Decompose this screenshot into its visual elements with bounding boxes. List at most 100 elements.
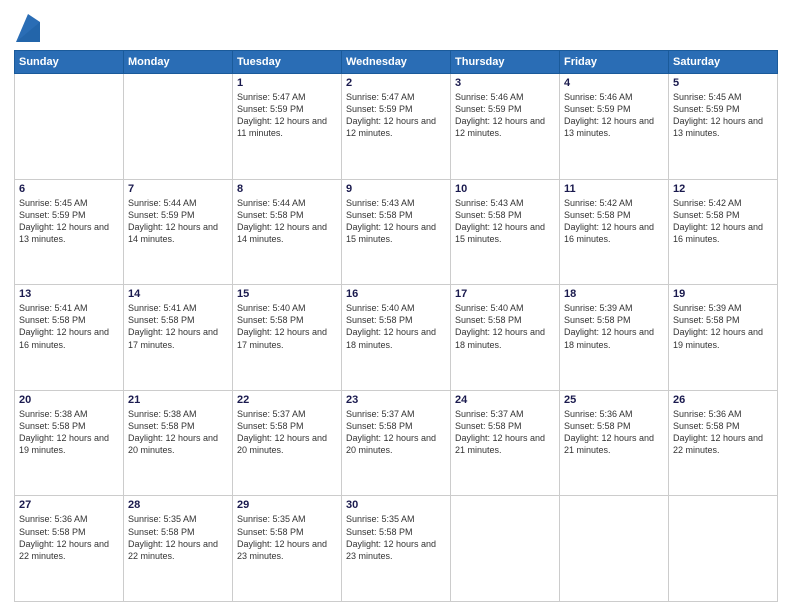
day-number: 30 bbox=[346, 499, 446, 511]
day-cell: 15 Sunrise: 5:40 AM Sunset: 5:58 PM Dayli… bbox=[233, 285, 342, 391]
day-number: 22 bbox=[237, 394, 337, 406]
day-cell: 30 Sunrise: 5:35 AM Sunset: 5:58 PM Dayli… bbox=[342, 496, 451, 602]
day-cell: 14 Sunrise: 5:41 AM Sunset: 5:58 PM Dayli… bbox=[124, 285, 233, 391]
day-number: 14 bbox=[128, 288, 228, 300]
day-info: Sunrise: 5:35 AM Sunset: 5:58 PM Dayligh… bbox=[237, 513, 337, 562]
day-cell: 4 Sunrise: 5:46 AM Sunset: 5:59 PM Daylig… bbox=[560, 74, 669, 180]
day-number: 2 bbox=[346, 77, 446, 89]
header-cell-thursday: Thursday bbox=[451, 51, 560, 74]
day-info: Sunrise: 5:39 AM Sunset: 5:58 PM Dayligh… bbox=[564, 302, 664, 351]
header-row: SundayMondayTuesdayWednesdayThursdayFrid… bbox=[15, 51, 778, 74]
day-info: Sunrise: 5:37 AM Sunset: 5:58 PM Dayligh… bbox=[346, 408, 446, 457]
day-info: Sunrise: 5:40 AM Sunset: 5:58 PM Dayligh… bbox=[346, 302, 446, 351]
day-number: 27 bbox=[19, 499, 119, 511]
header-cell-wednesday: Wednesday bbox=[342, 51, 451, 74]
day-number: 9 bbox=[346, 183, 446, 195]
day-number: 17 bbox=[455, 288, 555, 300]
day-cell: 7Sunrise: 5:44 AM Sunset: 5:59 PM Daylig… bbox=[124, 179, 233, 285]
day-info: Sunrise: 5:45 AM Sunset: 5:59 PM Dayligh… bbox=[19, 197, 119, 246]
day-cell: 24 Sunrise: 5:37 AM Sunset: 5:58 PM Dayli… bbox=[451, 390, 560, 496]
day-number: 28 bbox=[128, 499, 228, 511]
day-cell: 17 Sunrise: 5:40 AM Sunset: 5:58 PM Dayli… bbox=[451, 285, 560, 391]
day-cell: 21Sunrise: 5:38 AM Sunset: 5:58 PM Dayli… bbox=[124, 390, 233, 496]
day-number: 16 bbox=[346, 288, 446, 300]
header-cell-saturday: Saturday bbox=[669, 51, 778, 74]
day-number: 1 bbox=[237, 77, 337, 89]
day-number: 26 bbox=[673, 394, 773, 406]
day-cell: 1 Sunrise: 5:47 AM Sunset: 5:59 PM Daylig… bbox=[233, 74, 342, 180]
day-info: Sunrise: 5:36 AM Sunset: 5:58 PM Dayligh… bbox=[19, 513, 119, 562]
week-row-1: 1 Sunrise: 5:47 AM Sunset: 5:59 PM Daylig… bbox=[15, 74, 778, 180]
day-number: 21 bbox=[128, 394, 228, 406]
day-cell: 16 Sunrise: 5:40 AM Sunset: 5:58 PM Dayli… bbox=[342, 285, 451, 391]
day-cell: 12Sunrise: 5:42 AM Sunset: 5:58 PM Dayli… bbox=[669, 179, 778, 285]
day-cell bbox=[669, 496, 778, 602]
day-cell: 28 Sunrise: 5:35 AM Sunset: 5:58 PM Dayli… bbox=[124, 496, 233, 602]
day-info: Sunrise: 5:41 AM Sunset: 5:58 PM Dayligh… bbox=[19, 302, 119, 351]
day-info: Sunrise: 5:37 AM Sunset: 5:58 PM Dayligh… bbox=[237, 408, 337, 457]
day-info: Sunrise: 5:35 AM Sunset: 5:58 PM Dayligh… bbox=[128, 513, 228, 562]
day-cell: 27 Sunrise: 5:36 AM Sunset: 5:58 PM Dayli… bbox=[15, 496, 124, 602]
day-cell: 19Sunrise: 5:39 AM Sunset: 5:58 PM Dayli… bbox=[669, 285, 778, 391]
day-info: Sunrise: 5:42 AM Sunset: 5:58 PM Dayligh… bbox=[564, 197, 664, 246]
day-number: 25 bbox=[564, 394, 664, 406]
day-info: Sunrise: 5:36 AM Sunset: 5:58 PM Dayligh… bbox=[673, 408, 773, 457]
day-number: 13 bbox=[19, 288, 119, 300]
header-cell-friday: Friday bbox=[560, 51, 669, 74]
week-row-3: 13 Sunrise: 5:41 AM Sunset: 5:58 PM Dayli… bbox=[15, 285, 778, 391]
day-cell: 11Sunrise: 5:42 AM Sunset: 5:58 PM Dayli… bbox=[560, 179, 669, 285]
day-info: Sunrise: 5:37 AM Sunset: 5:58 PM Dayligh… bbox=[455, 408, 555, 457]
day-number: 10 bbox=[455, 183, 555, 195]
day-number: 3 bbox=[455, 77, 555, 89]
day-cell: 25 Sunrise: 5:36 AM Sunset: 5:58 PM Dayli… bbox=[560, 390, 669, 496]
day-cell: 13 Sunrise: 5:41 AM Sunset: 5:58 PM Dayli… bbox=[15, 285, 124, 391]
page: SundayMondayTuesdayWednesdayThursdayFrid… bbox=[0, 0, 792, 612]
day-number: 6 bbox=[19, 183, 119, 195]
day-cell bbox=[451, 496, 560, 602]
day-cell: 20Sunrise: 5:38 AM Sunset: 5:58 PM Dayli… bbox=[15, 390, 124, 496]
header-cell-sunday: Sunday bbox=[15, 51, 124, 74]
logo-icon bbox=[16, 14, 40, 42]
day-number: 29 bbox=[237, 499, 337, 511]
day-cell: 26 Sunrise: 5:36 AM Sunset: 5:58 PM Dayli… bbox=[669, 390, 778, 496]
logo bbox=[14, 14, 40, 42]
day-info: Sunrise: 5:40 AM Sunset: 5:58 PM Dayligh… bbox=[455, 302, 555, 351]
day-number: 24 bbox=[455, 394, 555, 406]
day-info: Sunrise: 5:35 AM Sunset: 5:58 PM Dayligh… bbox=[346, 513, 446, 562]
week-row-2: 6 Sunrise: 5:45 AM Sunset: 5:59 PM Daylig… bbox=[15, 179, 778, 285]
day-cell: 9Sunrise: 5:43 AM Sunset: 5:58 PM Daylig… bbox=[342, 179, 451, 285]
day-cell bbox=[124, 74, 233, 180]
day-cell: 2 Sunrise: 5:47 AM Sunset: 5:59 PM Daylig… bbox=[342, 74, 451, 180]
day-cell: 8Sunrise: 5:44 AM Sunset: 5:58 PM Daylig… bbox=[233, 179, 342, 285]
calendar-header: SundayMondayTuesdayWednesdayThursdayFrid… bbox=[15, 51, 778, 74]
day-number: 23 bbox=[346, 394, 446, 406]
day-info: Sunrise: 5:36 AM Sunset: 5:58 PM Dayligh… bbox=[564, 408, 664, 457]
week-row-5: 27 Sunrise: 5:36 AM Sunset: 5:58 PM Dayli… bbox=[15, 496, 778, 602]
header bbox=[14, 10, 778, 42]
day-info: Sunrise: 5:46 AM Sunset: 5:59 PM Dayligh… bbox=[564, 91, 664, 140]
calendar-table: SundayMondayTuesdayWednesdayThursdayFrid… bbox=[14, 50, 778, 602]
day-info: Sunrise: 5:46 AM Sunset: 5:59 PM Dayligh… bbox=[455, 91, 555, 140]
day-cell: 6 Sunrise: 5:45 AM Sunset: 5:59 PM Daylig… bbox=[15, 179, 124, 285]
day-number: 4 bbox=[564, 77, 664, 89]
day-info: Sunrise: 5:39 AM Sunset: 5:58 PM Dayligh… bbox=[673, 302, 773, 351]
day-info: Sunrise: 5:45 AM Sunset: 5:59 PM Dayligh… bbox=[673, 91, 773, 140]
day-cell bbox=[15, 74, 124, 180]
day-info: Sunrise: 5:42 AM Sunset: 5:58 PM Dayligh… bbox=[673, 197, 773, 246]
header-cell-monday: Monday bbox=[124, 51, 233, 74]
day-cell: 18Sunrise: 5:39 AM Sunset: 5:58 PM Dayli… bbox=[560, 285, 669, 391]
day-cell: 29 Sunrise: 5:35 AM Sunset: 5:58 PM Dayli… bbox=[233, 496, 342, 602]
day-cell: 3 Sunrise: 5:46 AM Sunset: 5:59 PM Daylig… bbox=[451, 74, 560, 180]
day-number: 20 bbox=[19, 394, 119, 406]
day-cell: 22 Sunrise: 5:37 AM Sunset: 5:58 PM Dayli… bbox=[233, 390, 342, 496]
day-cell: 5Sunrise: 5:45 AM Sunset: 5:59 PM Daylig… bbox=[669, 74, 778, 180]
day-info: Sunrise: 5:43 AM Sunset: 5:58 PM Dayligh… bbox=[455, 197, 555, 246]
day-info: Sunrise: 5:40 AM Sunset: 5:58 PM Dayligh… bbox=[237, 302, 337, 351]
day-info: Sunrise: 5:47 AM Sunset: 5:59 PM Dayligh… bbox=[346, 91, 446, 140]
day-info: Sunrise: 5:47 AM Sunset: 5:59 PM Dayligh… bbox=[237, 91, 337, 140]
day-cell: 23 Sunrise: 5:37 AM Sunset: 5:58 PM Dayli… bbox=[342, 390, 451, 496]
day-info: Sunrise: 5:41 AM Sunset: 5:58 PM Dayligh… bbox=[128, 302, 228, 351]
header-cell-tuesday: Tuesday bbox=[233, 51, 342, 74]
day-info: Sunrise: 5:44 AM Sunset: 5:59 PM Dayligh… bbox=[128, 197, 228, 246]
day-number: 15 bbox=[237, 288, 337, 300]
